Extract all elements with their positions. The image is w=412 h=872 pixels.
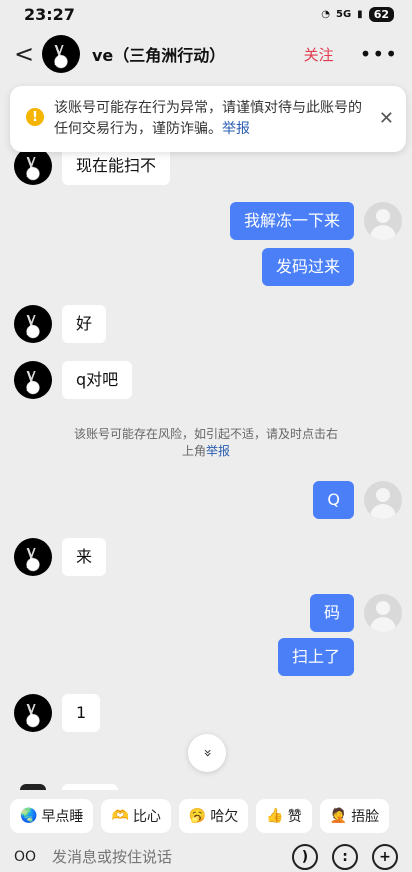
message-input[interactable] [50,847,292,867]
quick-reply-chip[interactable]: 👍 赞 [256,799,312,833]
quick-reply-chip[interactable]: 🥱 哈欠 [178,799,249,833]
status-bar: 23:27 ◔ 5G ▮ 62 [0,0,412,28]
emoji-icon: 👍 [266,808,284,824]
message-bubble[interactable]: 发码过来 [261,248,354,286]
message-row: q对吧 [14,361,133,399]
quick-reply-chip[interactable]: 🌏 早点睡 [10,799,94,833]
partial-avatar [20,784,46,790]
emoji-icon: 🫶 [111,808,129,824]
message-bubble[interactable]: 1 [62,694,101,732]
contact-avatar[interactable] [14,694,52,732]
message-row: 好 [14,305,107,343]
message-row: 我解冻一下来 [229,202,402,240]
message-bubble[interactable]: 好 [62,305,107,343]
emoji-icon: 🌏 [20,808,38,824]
voice-icon[interactable]: ) [292,844,318,870]
warning-text: 该账号可能存在行为异常，请谨慎对待与此账号的任何交易行为，谨防诈骗。举报 [54,98,364,140]
message-row: 1 [14,694,101,732]
chat-header: < ve（三角洲行动） 关注 ••• [0,28,412,80]
message-row: 码 [309,594,402,632]
message-composer: OO ) : + [0,842,412,872]
signal-icon: ▮ [357,8,363,20]
emoji-icon: 🤦 [329,808,348,824]
contact-avatar[interactable] [14,361,52,399]
report-link[interactable]: 举报 [222,121,250,137]
message-row: 现在能扫不 [14,147,171,185]
status-time: 23:27 [24,4,75,24]
message-row: Q [313,481,402,519]
more-icon[interactable]: ••• [360,42,398,66]
back-button[interactable]: < [14,40,42,68]
close-icon[interactable]: ✕ [379,108,394,129]
status-icons: ◔ 5G ▮ 62 [321,6,394,22]
composer-actions: ) : + [292,844,398,870]
voice-toggle-icon[interactable]: OO [14,849,50,865]
battery-icon: 62 [368,6,394,22]
contact-avatar[interactable] [14,305,52,343]
message-bubble[interactable]: 来 [62,538,107,576]
contact-name: ve（三角洲行动） [92,46,226,65]
message-row: 扫上了 [277,638,354,676]
follow-button[interactable]: 关注 [304,44,334,65]
chevron-down-icon: » [198,748,215,758]
add-icon[interactable]: + [372,844,398,870]
message-bubble[interactable]: 现在能扫不 [62,147,171,185]
message-bubble[interactable]: Q [313,481,354,519]
chip-label: 比心 [132,809,161,825]
quick-reply-chip[interactable]: 🤦 捂脸 [319,799,390,833]
emoji-picker-icon[interactable]: : [332,844,358,870]
system-notice: 该账号可能存在风险，如引起不适，请及时点击右上角举报 [70,426,342,460]
message-bubble[interactable]: 我解冻一下来 [229,202,354,240]
warning-message: 该账号可能存在行为异常，请谨慎对待与此账号的任何交易行为，谨防诈骗。 [54,100,362,137]
my-avatar[interactable] [364,481,402,519]
my-avatar[interactable] [364,594,402,632]
contact-avatar[interactable] [14,147,52,185]
partial-bubble [62,784,118,790]
wifi-icon: ◔ [321,8,330,20]
risk-warning-banner: ! 该账号可能存在行为异常，请谨慎对待与此账号的任何交易行为，谨防诈骗。举报 ✕ [10,86,406,152]
chip-label: 赞 [287,809,302,825]
message-bubble[interactable]: 扫上了 [277,638,354,676]
warning-icon: ! [26,108,44,126]
quick-reply-bar: 🌏 早点睡 🫶 比心 🥱 哈欠 👍 赞 🤦 捂脸 [0,794,412,838]
chip-label: 早点睡 [41,809,84,825]
contact-avatar[interactable] [14,538,52,576]
chip-label: 捂脸 [351,809,380,825]
message-row: 发码过来 [261,248,354,286]
message-bubble[interactable]: 码 [309,594,354,632]
chip-label: 哈欠 [210,809,239,825]
scroll-down-button[interactable]: » [188,734,226,772]
quick-reply-chip[interactable]: 🫶 比心 [101,799,171,833]
message-bubble[interactable]: q对吧 [62,361,133,399]
notice-report-link[interactable]: 举报 [206,444,230,458]
emoji-icon: 🥱 [188,808,207,824]
message-row: 来 [14,538,107,576]
contact-avatar[interactable] [42,35,80,73]
my-avatar[interactable] [364,202,402,240]
network-label: 5G [336,8,352,20]
